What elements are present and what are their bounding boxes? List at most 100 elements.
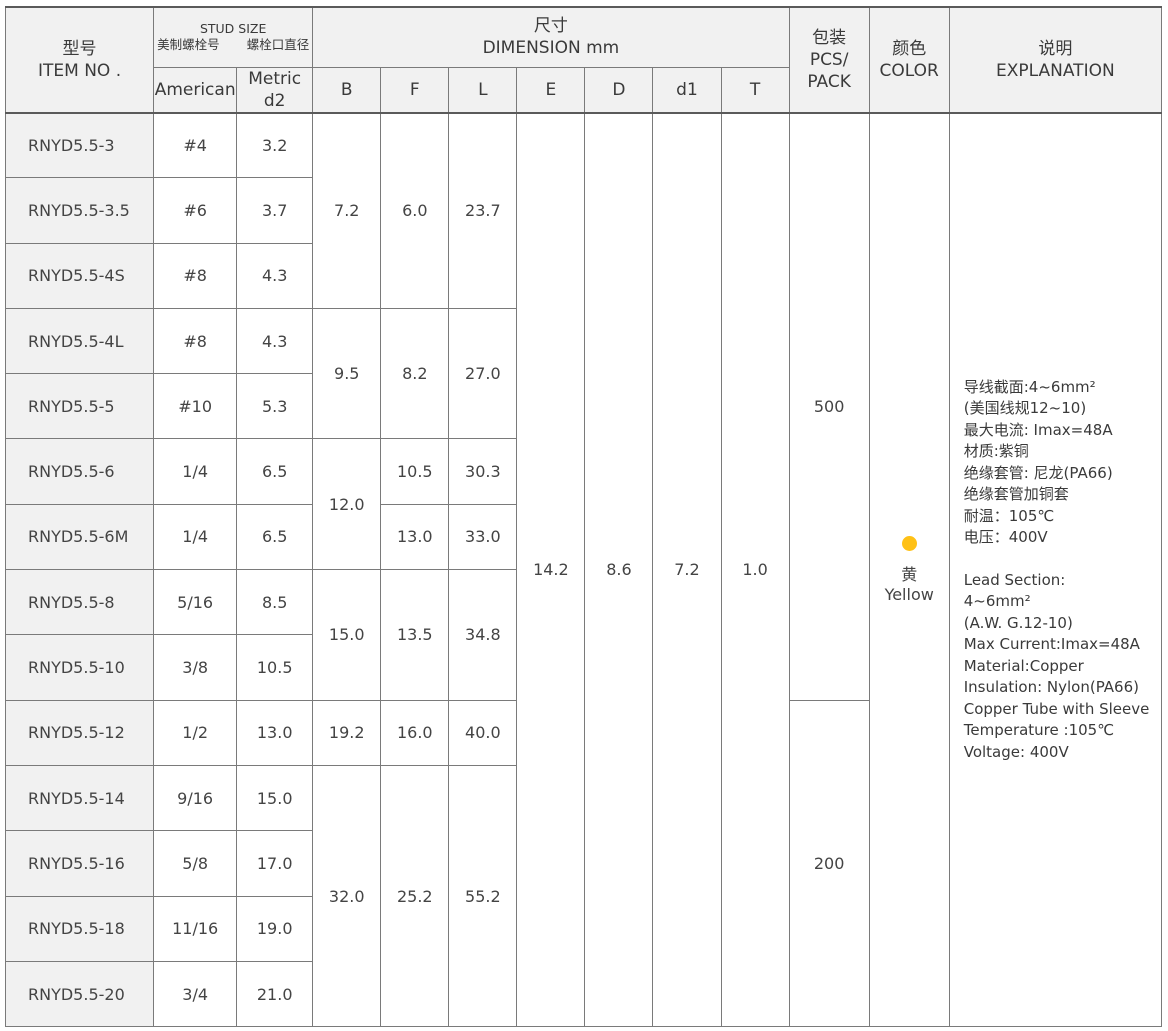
b-cell: 15.0 (312, 569, 382, 701)
american-cell: 1/2 (153, 699, 238, 766)
expl-en-line: Insulation: Nylon(PA66) (963, 678, 1139, 697)
item-cell: RNYD5.5-6M (4, 503, 155, 571)
header-stud-american-cn: 美制螺栓号 (157, 37, 220, 53)
header-item-cn: 型号 (62, 38, 97, 59)
metric-cell: 17.0 (236, 830, 314, 897)
header-stud-metric-cn: 螺栓口直径 (246, 37, 310, 53)
metric-cell: 13.0 (236, 699, 314, 766)
american-cell: 5/16 (153, 569, 238, 636)
expl-cn-line: 导线截面:4~6mm² (963, 377, 1096, 396)
american-cell: #8 (153, 307, 238, 375)
yellow-dot-icon (901, 535, 917, 551)
f-cell: 16.0 (380, 699, 450, 766)
header-item-no: 型号 ITEM NO . (4, 6, 155, 114)
header-col-f: F (380, 66, 450, 114)
metric-cell: 8.5 (236, 569, 314, 636)
metric-cell: 5.3 (236, 373, 314, 440)
item-cell: RNYD5.5-18 (4, 895, 155, 962)
header-dim-en: DIMENSION mm (482, 38, 620, 59)
item-cell: RNYD5.5-16 (4, 830, 155, 897)
expl-en-line: Voltage: 400V (963, 742, 1069, 761)
item-cell: RNYD5.5-12 (4, 699, 155, 766)
item-cell: RNYD5.5-20 (4, 960, 155, 1028)
american-cell: #8 (153, 242, 238, 309)
american-cell: 1/4 (153, 503, 238, 571)
header-color-en: COLOR (879, 60, 939, 81)
expl-en-line: Lead Section: (963, 570, 1066, 589)
metric-cell: 19.0 (236, 895, 314, 962)
metric-cell: 3.2 (236, 111, 314, 179)
item-cell: RNYD5.5-5 (4, 373, 155, 440)
header-metric: Metric d2 (236, 66, 314, 114)
american-cell: 3/8 (153, 634, 238, 701)
l-cell: 30.3 (448, 438, 518, 505)
item-cell: RNYD5.5-4S (4, 242, 155, 309)
item-cell: RNYD5.5-10 (4, 634, 155, 701)
header-dim-cn: 尺寸 (533, 16, 568, 37)
item-cell: RNYD5.5-6 (4, 438, 155, 505)
explanation-cn: 导线截面:4~6mm² (美国线规12~10) 最大电流: Imax=48A 材… (964, 377, 1161, 549)
expl-en-line: (A.W. G.12-10) (963, 613, 1073, 632)
b-cell: 32.0 (312, 764, 382, 1028)
header-col-e: E (516, 66, 586, 114)
explanation-cell: 导线截面:4~6mm² (美国线规12~10) 最大电流: Imax=48A 材… (948, 111, 1163, 1028)
american-cell: 1/4 (153, 438, 238, 505)
header-col-b: B (312, 66, 382, 114)
expl-en-line: Copper Tube with Sleeve (963, 699, 1150, 718)
american-cell: 3/4 (153, 960, 238, 1028)
d-cell: 8.6 (584, 111, 654, 1028)
header-col-d1: d1 (652, 66, 722, 114)
header-col-t: T (720, 66, 790, 114)
header-pack-en1: PCS/ (809, 49, 849, 70)
american-cell: 9/16 (153, 764, 238, 832)
header-american: American (153, 66, 238, 114)
b-cell: 9.5 (312, 307, 382, 440)
color-en: Yellow (884, 584, 934, 604)
f-cell: 6.0 (380, 112, 450, 309)
f-cell: 8.2 (380, 307, 450, 440)
header-metric-line1: Metric (248, 68, 302, 89)
item-cell: RNYD5.5-3 (4, 111, 155, 179)
header-color: 颜色 COLOR (868, 6, 950, 114)
l-cell: 33.0 (448, 503, 518, 571)
b-cell: 19.2 (312, 699, 382, 766)
pack-cell-200: 200 (788, 699, 870, 1028)
expl-cn-line: 材质:紫铜 (963, 442, 1029, 461)
l-cell: 55.2 (448, 764, 518, 1028)
metric-cell: 10.5 (236, 634, 314, 701)
color-cell: 黄 Yellow (868, 111, 950, 1028)
expl-cn-line: 绝缘套管: 尼龙(PA66) (963, 463, 1113, 482)
header-stud-size: STUD SIZE 美制螺栓号 螺栓口直径 (153, 6, 314, 68)
expl-en-line: Material:Copper (963, 656, 1084, 675)
metric-cell: 4.3 (236, 242, 314, 309)
header-explanation: 说明 EXPLANATION (948, 6, 1163, 114)
metric-cell: 21.0 (236, 960, 314, 1028)
header-expl-en: EXPLANATION (996, 60, 1115, 81)
l-cell: 34.8 (448, 569, 518, 701)
f-cell: 25.2 (380, 764, 450, 1028)
b-cell: 7.2 (312, 112, 382, 309)
metric-cell: 3.7 (236, 177, 314, 244)
b-cell: 12.0 (312, 438, 382, 571)
header-pack-cn: 包装 (812, 27, 847, 48)
header-pack-en2: PACK (807, 71, 851, 92)
spec-table: 型号 ITEM NO . STUD SIZE 美制螺栓号 螺栓口直径 尺寸 DI… (4, 6, 1163, 1028)
header-col-l: L (448, 66, 518, 114)
expl-cn-line: 绝缘套管加铜套 (963, 485, 1069, 504)
expl-en-line: Max Current:Imax=48A (963, 635, 1140, 654)
american-cell: 11/16 (153, 895, 238, 962)
item-cell: RNYD5.5-8 (4, 569, 155, 636)
l-cell: 27.0 (448, 307, 518, 440)
metric-cell: 6.5 (236, 438, 314, 505)
item-cell: RNYD5.5-4L (4, 307, 155, 375)
header-pack: 包装 PCS/ PACK (788, 6, 870, 114)
f-cell: 13.0 (380, 503, 450, 571)
expl-en-line: Temperature :105℃ (963, 721, 1115, 740)
pack-cell-500: 500 (788, 112, 870, 701)
t-cell: 1.0 (720, 111, 790, 1028)
item-cell: RNYD5.5-14 (4, 764, 155, 832)
header-stud-title: STUD SIZE (199, 21, 267, 37)
expl-cn-line: 电压：400V (963, 528, 1048, 547)
f-cell: 13.5 (380, 569, 450, 701)
american-cell: 5/8 (153, 830, 238, 897)
